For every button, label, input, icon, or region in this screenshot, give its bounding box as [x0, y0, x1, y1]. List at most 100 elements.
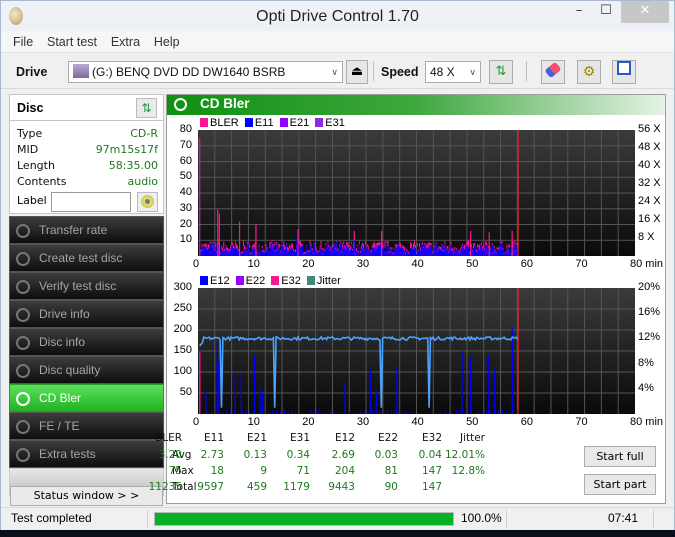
y2-tick-label: 56 X: [638, 123, 661, 135]
eject-button[interactable]: ⏏: [346, 60, 368, 84]
toolbar: Drive (G:) BENQ DVD DD DW1640 BSRB ∨ ⏏ S…: [1, 53, 674, 89]
status-window-button[interactable]: Status window > >: [10, 486, 163, 506]
y-tick-label: 40: [179, 186, 192, 198]
nav-extra-tests[interactable]: Extra tests: [9, 440, 164, 468]
e12-bar: [488, 355, 490, 414]
disc-icon: [174, 98, 187, 111]
nav-label: Disc quality: [39, 363, 101, 377]
e12-bar: [402, 412, 404, 414]
stats-value: 147: [421, 465, 442, 477]
menu-file[interactable]: File: [13, 35, 33, 49]
nav-cd-bler[interactable]: CD Bler: [9, 384, 164, 412]
stats-value: 3.20: [158, 449, 182, 461]
e12-bar: [474, 412, 476, 414]
y2-tick-label: 32 X: [638, 177, 661, 189]
app-window: Opti Drive Control 1.70 – ☐ ✕ File Start…: [0, 0, 675, 530]
minimize-button[interactable]: –: [564, 1, 594, 23]
e32-bar: [199, 352, 201, 414]
cd-label-button[interactable]: [137, 192, 158, 212]
legend-swatch: [315, 118, 324, 127]
nav-transfer-rate[interactable]: Transfer rate: [9, 216, 164, 244]
e12-bar: [398, 409, 400, 414]
disc-icon: [16, 392, 30, 406]
nav-fe-te[interactable]: FE / TE: [9, 412, 164, 440]
e12-bar: [482, 411, 484, 414]
e12-bar: [341, 411, 343, 414]
settings-button[interactable]: ⚙: [577, 60, 601, 84]
menu-help[interactable]: Help: [154, 35, 180, 49]
disc-icon: [16, 336, 30, 350]
bler-peak: [255, 224, 257, 256]
bler-peak: [218, 213, 220, 256]
bler-peak: [217, 208, 219, 256]
nav-verify-test-disc[interactable]: Verify test disc: [9, 272, 164, 300]
speed-select[interactable]: 48 X ∨: [425, 61, 481, 83]
disc-field-type: Type CD-R: [17, 127, 158, 143]
e12-bar: [490, 411, 492, 414]
disc-label-input[interactable]: [51, 192, 131, 212]
x-tick-label: 70: [575, 416, 588, 428]
e12-bar: [333, 411, 335, 414]
status-text: Test completed: [11, 511, 92, 525]
e12-bar: [321, 411, 323, 414]
nav-disc-quality[interactable]: Disc quality: [9, 356, 164, 384]
x-tick-label: 20: [302, 258, 315, 270]
e12-bar: [325, 413, 327, 414]
stats-header: E11: [204, 432, 224, 444]
e12-bar: [467, 409, 469, 414]
e12-bar: [497, 409, 499, 414]
speed-label: Speed: [381, 65, 419, 79]
nav-label: Verify test disc: [39, 279, 117, 293]
menu-extra[interactable]: Extra: [111, 35, 140, 49]
e12-bar: [287, 411, 289, 414]
drive-select[interactable]: (G:) BENQ DVD DD DW1640 BSRB ∨: [68, 61, 343, 83]
nav-disc-info[interactable]: Disc info: [9, 328, 164, 356]
e12-bar: [371, 409, 373, 414]
legend-item-e31: E31: [315, 117, 345, 129]
stats-value: 459: [246, 481, 267, 493]
chart2-plot-area: [198, 288, 635, 414]
field-value: 97m15s17f: [95, 143, 158, 156]
field-key: Type: [17, 127, 43, 140]
nav-label: Disc info: [39, 335, 86, 349]
y-tick-label: 30: [179, 201, 192, 214]
e12-bar: [234, 372, 236, 414]
y2-tick-label: 12%: [638, 331, 661, 344]
e12-bar: [429, 411, 431, 414]
y2-tick-label: 8 X: [638, 231, 655, 243]
label-row: Label: [17, 192, 162, 212]
e12-bar: [486, 411, 488, 414]
legend-swatch: [279, 118, 288, 127]
e12-bar: [218, 361, 220, 414]
e12-bar: [417, 413, 419, 414]
e12-bar: [444, 410, 446, 414]
nav-label: FE / TE: [39, 419, 80, 433]
save-button[interactable]: [612, 60, 636, 84]
erase-button[interactable]: [541, 60, 565, 84]
start-part-button[interactable]: Start part: [584, 474, 656, 495]
e12-bar: [291, 411, 293, 414]
nav-drive-info[interactable]: Drive info: [9, 300, 164, 328]
label-key: Label: [17, 194, 47, 207]
x-tick-label: 0: [193, 258, 200, 270]
legend-swatch: [244, 118, 253, 127]
e12-bar: [216, 342, 218, 414]
start-full-button[interactable]: Start full: [584, 446, 656, 467]
disc-field-contents: Contents audio: [17, 175, 158, 191]
save-icon: [617, 61, 631, 75]
y-tick-label: 100: [173, 365, 192, 377]
refresh-disc-button[interactable]: ⇅: [136, 98, 157, 118]
nav-create-test-disc[interactable]: Create test disc: [9, 244, 164, 272]
disc-icon: [16, 420, 30, 434]
maximize-button[interactable]: ☐: [591, 1, 621, 23]
chart1-svg: [198, 130, 635, 256]
refresh-speed-button[interactable]: ⇅: [489, 60, 513, 84]
disc-info-box: Disc ⇅ Type CD-R MID 97m15s17f Length 58:35…: [9, 94, 164, 214]
x-tick-label: 40: [411, 416, 424, 428]
e12-bar: [245, 408, 247, 414]
menu-start-test[interactable]: Start test: [47, 35, 97, 49]
close-button[interactable]: ✕: [621, 1, 669, 23]
cd-bler-panel: CD Bler BLER E11 E21 E31 10 20 30 40 50 60 70 8…: [149, 94, 666, 504]
e12-bar: [264, 413, 266, 414]
e12-bar: [436, 412, 438, 414]
